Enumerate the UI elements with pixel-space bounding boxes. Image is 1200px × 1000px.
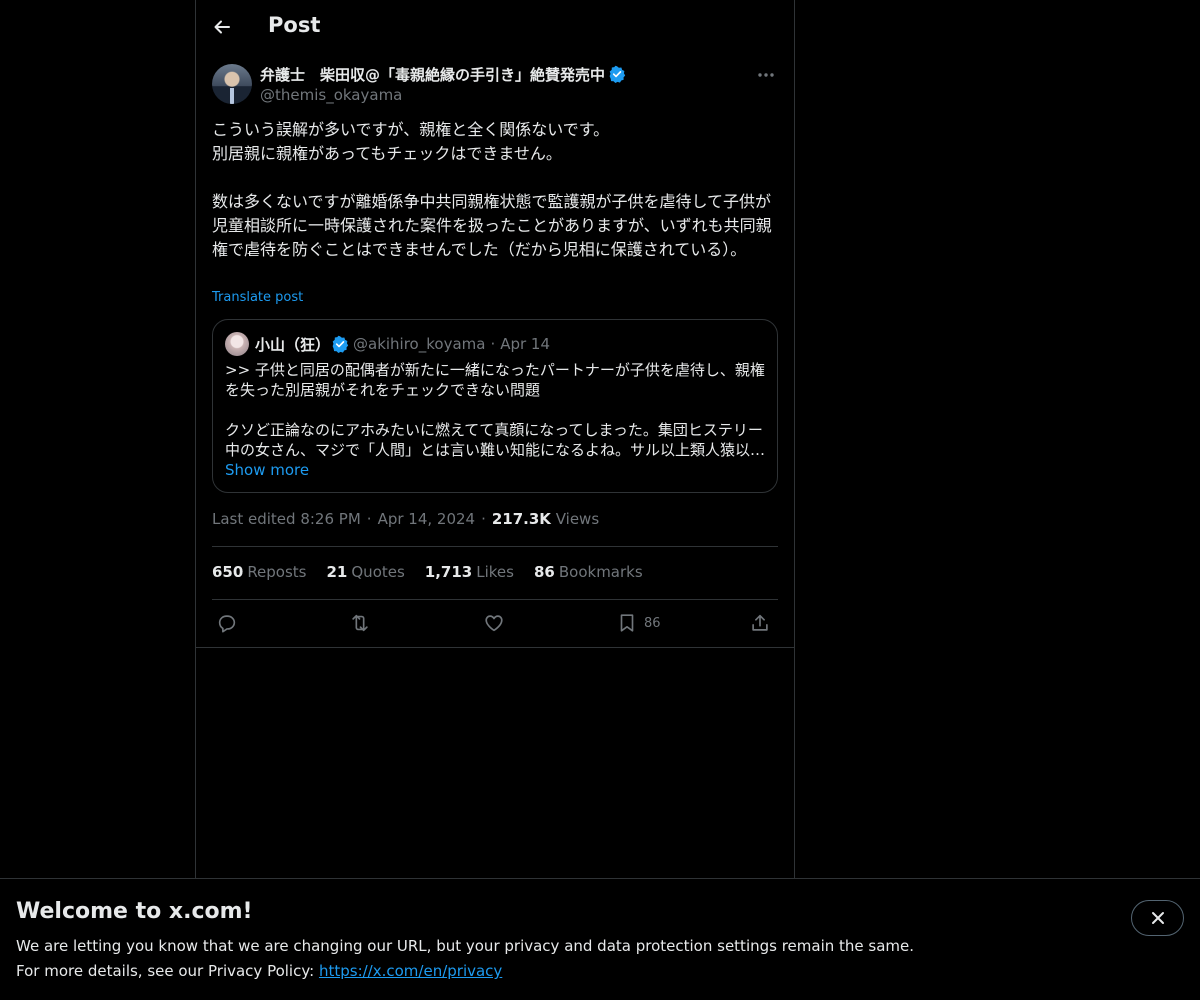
post-author: 弁護士 柴田収@「毒親絶縁の手引き」絶賛発売中 @themis_okayama (212, 64, 778, 108)
banner-privacy-line: For more details, see our Privacy Policy… (16, 962, 502, 980)
repost-icon (352, 614, 368, 632)
banner-title: Welcome to x.com! (16, 899, 253, 924)
close-banner-button[interactable] (1131, 900, 1184, 936)
page-title: Post (268, 13, 321, 37)
show-more-link[interactable]: Show more (225, 461, 309, 479)
reply-button[interactable] (216, 610, 238, 636)
banner-privacy-text: For more details, see our Privacy Policy… (16, 962, 315, 980)
edited-label[interactable]: Last edited 8:26 PM (212, 510, 361, 528)
post-column: Post 弁護士 柴田収@「毒親絶縁の手引き」絶賛発売中 @themis_oka… (195, 0, 795, 880)
verified-badge-icon (609, 65, 626, 83)
quoted-post[interactable]: 小山（狂） @akihiro_koyama · Apr 14 >> 子供と同居の配偶… (212, 319, 778, 493)
verified-badge-icon (332, 335, 349, 353)
arrow-left-icon (214, 20, 230, 34)
author-name-line[interactable]: 弁護士 柴田収@「毒親絶縁の手引き」絶賛発売中 (260, 64, 626, 85)
post-date[interactable]: Apr 14, 2024 (378, 510, 476, 528)
quote-avatar (225, 332, 249, 356)
back-button[interactable] (208, 13, 236, 41)
views-count: 217.3K (491, 510, 551, 528)
reply-icon (218, 615, 236, 633)
divider (212, 599, 778, 600)
bookmark-count: 86 (644, 615, 661, 631)
likes-stat[interactable]: 1,713 Likes (425, 563, 514, 581)
repost-button[interactable] (349, 610, 371, 636)
close-icon (1151, 912, 1164, 924)
quote-display-name: 小山（狂） (255, 336, 331, 354)
views-label: Views (555, 510, 600, 528)
share-icon (752, 614, 768, 631)
translate-post-link[interactable]: Translate post (212, 290, 303, 305)
engagement-stats: 650 Reposts 21 Quotes 1,713 Likes 86 Bookmar… (212, 563, 643, 581)
bookmark-icon (620, 614, 634, 632)
author-display-name[interactable]: 弁護士 柴田収@「毒親絶縁の手引き」絶賛発売中 (260, 66, 605, 84)
quote-text: >> 子供と同居の配偶者が新たに一緒になったパートナーが子供を虐待し、親権を失っ… (225, 361, 765, 459)
bookmark-button[interactable]: 86 (616, 610, 661, 636)
post-text: こういう誤解が多いですが、親権と全く関係ないです。 別居親に親権があってもチェッ… (212, 120, 772, 259)
banner-message: We are letting you know that we are chan… (16, 937, 915, 955)
like-button[interactable] (483, 610, 505, 636)
welcome-banner: Welcome to x.com! We are letting you kno… (0, 878, 1200, 1000)
quotes-stat[interactable]: 21 Quotes (327, 563, 405, 581)
divider (212, 546, 778, 547)
author-handle[interactable]: @themis_okayama (260, 86, 402, 104)
divider (196, 647, 794, 648)
bookmarks-stat[interactable]: 86 Bookmarks (534, 563, 643, 581)
privacy-policy-link[interactable]: https://x.com/en/privacy (319, 962, 502, 980)
quote-date: Apr 14 (500, 335, 551, 353)
more-options-button[interactable] (754, 64, 778, 88)
avatar[interactable] (212, 64, 252, 104)
header: Post (196, 0, 794, 54)
share-button[interactable] (749, 610, 771, 636)
quote-handle: @akihiro_koyama (353, 335, 486, 353)
action-bar: 86 (212, 610, 778, 638)
post-timestamp: Last edited 8:26 PM · Apr 14, 2024 · 217.3K … (212, 510, 600, 528)
more-horizontal-icon (758, 73, 774, 77)
reposts-stat[interactable]: 650 Reposts (212, 563, 307, 581)
quote-meta: @akihiro_koyama · Apr 14 (353, 335, 551, 353)
heart-icon (485, 615, 503, 632)
